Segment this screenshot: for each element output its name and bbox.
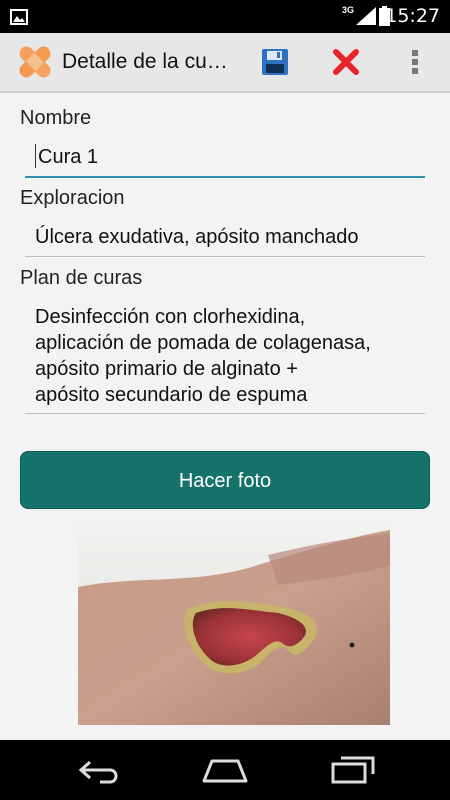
nombre-label: Nombre — [20, 107, 92, 129]
nombre-field[interactable]: Cura 1 — [25, 144, 425, 178]
action-bar: Detalle de la cu… — [0, 33, 450, 93]
home-icon[interactable] — [202, 758, 248, 784]
exploracion-field[interactable]: Úlcera exudativa, apósito manchado — [25, 224, 425, 257]
overflow-menu-icon[interactable] — [411, 49, 419, 75]
save-icon[interactable] — [262, 49, 288, 75]
app-bandage-icon[interactable] — [14, 41, 56, 83]
back-icon[interactable] — [78, 758, 122, 784]
plan-line: apósito secundario de espuma — [35, 384, 308, 406]
plan-line: apósito primario de alginato + — [35, 358, 298, 380]
cure-detail-form: Nombre Cura 1 Exploracion Úlcera exudati… — [0, 93, 450, 740]
plan-field[interactable]: Desinfección con clorhexidina, aplicació… — [25, 304, 425, 414]
recents-icon[interactable] — [331, 756, 375, 784]
wound-photo — [78, 525, 390, 725]
network-type: 3G — [341, 5, 354, 15]
wound-image — [78, 525, 390, 725]
nombre-value: Cura 1 — [38, 146, 99, 168]
navigation-bar — [0, 740, 450, 800]
status-bar: 3G 15:27 — [0, 0, 450, 33]
screen-title: Detalle de la cu… — [62, 50, 228, 73]
plan-line: aplicación de pomada de colagenasa, — [35, 332, 371, 354]
exploracion-label: Exploracion — [20, 187, 125, 209]
plan-label: Plan de curas — [20, 267, 143, 289]
signal-icon — [356, 7, 376, 25]
clock: 15:27 — [385, 5, 440, 27]
plan-line: Desinfección con clorhexidina, — [35, 306, 306, 328]
picture-icon — [10, 9, 28, 25]
exploracion-value: Úlcera exudativa, apósito manchado — [35, 226, 359, 248]
take-photo-button[interactable]: Hacer foto — [20, 451, 430, 509]
delete-icon[interactable] — [333, 49, 359, 75]
